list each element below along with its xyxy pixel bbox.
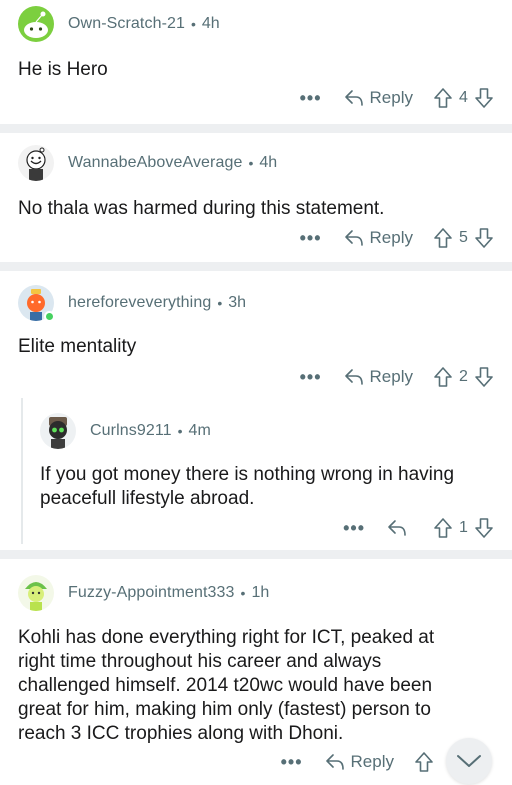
meta-separator: • xyxy=(217,295,223,311)
vote-count: 1 xyxy=(459,519,468,536)
reply-label: Reply xyxy=(350,752,394,771)
more-options-button[interactable]: ••• xyxy=(300,89,322,107)
vote-control: 2 xyxy=(433,366,494,388)
vote-control: 1 xyxy=(433,517,494,539)
reply-button[interactable]: Reply xyxy=(344,367,413,387)
vote-control xyxy=(414,751,434,773)
downvote-icon[interactable] xyxy=(474,517,494,539)
comment-header: Own-Scratch-21 • 4h xyxy=(18,6,220,42)
upvote-icon[interactable] xyxy=(433,517,453,539)
vote-control: 5 xyxy=(433,227,494,249)
comment-actions: ••• Reply 2 xyxy=(300,363,494,391)
timestamp: 1h xyxy=(251,584,270,601)
comment-body-line: challenged himself. 2014 t20wc would hav… xyxy=(18,675,433,696)
white-snoo-avatar-icon xyxy=(18,145,54,181)
comment-body-line: great for him, making him only (fastest)… xyxy=(18,699,431,720)
reply-button[interactable]: Reply xyxy=(344,228,413,248)
comment-actions: ••• Reply xyxy=(281,748,434,776)
comment-body-line: If you got money there is nothing wrong … xyxy=(40,464,455,485)
comment: Fuzzy-Appointment333 • 1h Kohli has done… xyxy=(0,559,512,785)
comment-body-line: right time throughout his career and alw… xyxy=(18,651,382,672)
upvote-icon[interactable] xyxy=(433,366,453,388)
reply-label: Reply xyxy=(369,88,413,107)
reply-arrow-icon xyxy=(344,369,363,385)
reply-arrow-icon xyxy=(344,90,363,106)
online-status-indicator xyxy=(44,311,55,322)
green-snoo-avatar-icon xyxy=(18,6,54,42)
meta-separator: • xyxy=(177,423,183,439)
more-options-button[interactable]: ••• xyxy=(300,368,322,386)
upvote-icon[interactable] xyxy=(433,227,453,249)
dark-hooded-snoo-avatar-icon xyxy=(40,413,76,449)
downvote-icon[interactable] xyxy=(474,366,494,388)
comment-body: No thala was harmed during this statemen… xyxy=(18,198,385,219)
upvote-icon[interactable] xyxy=(414,751,434,773)
avatar[interactable] xyxy=(40,413,76,449)
comment-actions: ••• Reply 4 xyxy=(300,84,494,112)
comment-reply: Curlns9211 • 4m If you got money there i… xyxy=(0,401,512,551)
reply-label: Reply xyxy=(369,228,413,247)
chevron-down-icon xyxy=(457,755,481,767)
more-options-button[interactable]: ••• xyxy=(300,229,322,247)
downvote-icon[interactable] xyxy=(474,227,494,249)
reply-arrow-icon xyxy=(388,520,406,536)
comment-actions: ••• 1 xyxy=(343,514,494,542)
reply-arrow-icon xyxy=(325,754,344,770)
meta-separator: • xyxy=(240,585,246,601)
username[interactable]: hereforeveverything xyxy=(68,294,211,312)
downvote-icon[interactable] xyxy=(474,87,494,109)
reply-button[interactable]: Reply xyxy=(344,88,413,108)
avatar[interactable] xyxy=(18,145,54,181)
comment: hereforeveverything • 3h Elite mentality… xyxy=(0,271,512,401)
comment: WannabeAboveAverage • 4h No thala was ha… xyxy=(0,133,512,263)
vote-count: 5 xyxy=(459,229,468,246)
timestamp: 4m xyxy=(188,422,211,439)
lime-snoo-avatar-icon xyxy=(18,575,54,611)
vote-count: 2 xyxy=(459,368,468,385)
avatar[interactable] xyxy=(18,285,55,322)
comment-body-line: peacefull lifestyle abroad. xyxy=(40,488,255,509)
reply-button[interactable]: Reply xyxy=(325,752,394,772)
comment-separator xyxy=(0,550,512,559)
comment-body: Kohli has done everything right for ICT,… xyxy=(18,626,434,746)
scroll-down-button[interactable] xyxy=(446,738,492,784)
comment-body-line: Kohli has done everything right for ICT,… xyxy=(18,627,435,648)
comment-body: If you got money there is nothing wrong … xyxy=(40,463,454,511)
comment-body-line: reach 3 ICC trophies along with Dhoni. xyxy=(18,723,344,744)
timestamp: 4h xyxy=(259,154,278,171)
avatar[interactable] xyxy=(18,575,54,611)
username[interactable]: Curlns9211 xyxy=(90,422,172,440)
more-options-button[interactable]: ••• xyxy=(281,753,303,771)
comment-header: WannabeAboveAverage • 4h xyxy=(18,145,277,181)
username[interactable]: Fuzzy-Appointment333 xyxy=(68,584,235,602)
username[interactable]: Own-Scratch-21 xyxy=(68,15,185,33)
comment-body: Elite mentality xyxy=(18,336,137,357)
avatar[interactable] xyxy=(18,6,54,42)
username[interactable]: WannabeAboveAverage xyxy=(68,154,242,172)
reply-arrow-icon xyxy=(344,230,363,246)
timestamp: 3h xyxy=(228,294,247,311)
reply-label: Reply xyxy=(369,367,413,386)
comment-header: hereforeveverything • 3h xyxy=(18,285,247,322)
more-options-button[interactable]: ••• xyxy=(343,519,365,537)
timestamp: 4h xyxy=(201,15,220,32)
comment: Own-Scratch-21 • 4h He is Hero ••• Reply… xyxy=(0,0,512,132)
comment-separator xyxy=(0,124,512,133)
upvote-icon[interactable] xyxy=(433,87,453,109)
meta-separator: • xyxy=(191,16,196,32)
comment-actions: ••• Reply 5 xyxy=(300,224,494,252)
meta-separator: • xyxy=(248,155,254,171)
comment-header: Curlns9211 • 4m xyxy=(40,413,211,449)
comment-header: Fuzzy-Appointment333 • 1h xyxy=(18,575,269,611)
comment-separator xyxy=(0,262,512,271)
vote-count: 4 xyxy=(459,89,468,106)
reply-button[interactable] xyxy=(387,519,413,537)
comment-body: He is Hero xyxy=(18,59,108,80)
vote-control: 4 xyxy=(433,87,494,109)
